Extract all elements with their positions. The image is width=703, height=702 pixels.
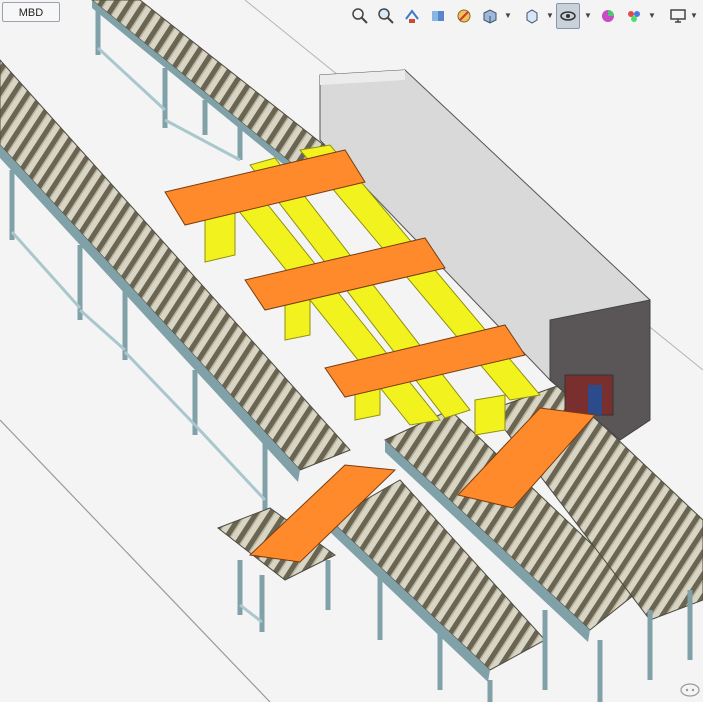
hide-show-items-icon[interactable] [556, 3, 580, 29]
zoom-to-area-icon[interactable] [374, 3, 398, 29]
apply-scene-icon[interactable] [622, 3, 646, 29]
section-view-icon[interactable] [426, 3, 450, 29]
previous-view-icon[interactable] [400, 3, 424, 29]
zoom-to-fit-icon[interactable] [348, 3, 372, 29]
mbd-tab[interactable]: MBD [2, 2, 60, 22]
cad-viewport[interactable] [0, 0, 703, 702]
view-settings-icon[interactable] [666, 3, 690, 29]
display-style-icon[interactable] [520, 3, 544, 29]
dynamic-annotation-icon[interactable] [452, 3, 476, 29]
heads-up-view-toolbar: ▼ ▼ ▼ ▼ ▼ [348, 3, 700, 29]
view-orientation-icon[interactable] [478, 3, 502, 29]
edit-appearance-icon[interactable] [596, 3, 620, 29]
